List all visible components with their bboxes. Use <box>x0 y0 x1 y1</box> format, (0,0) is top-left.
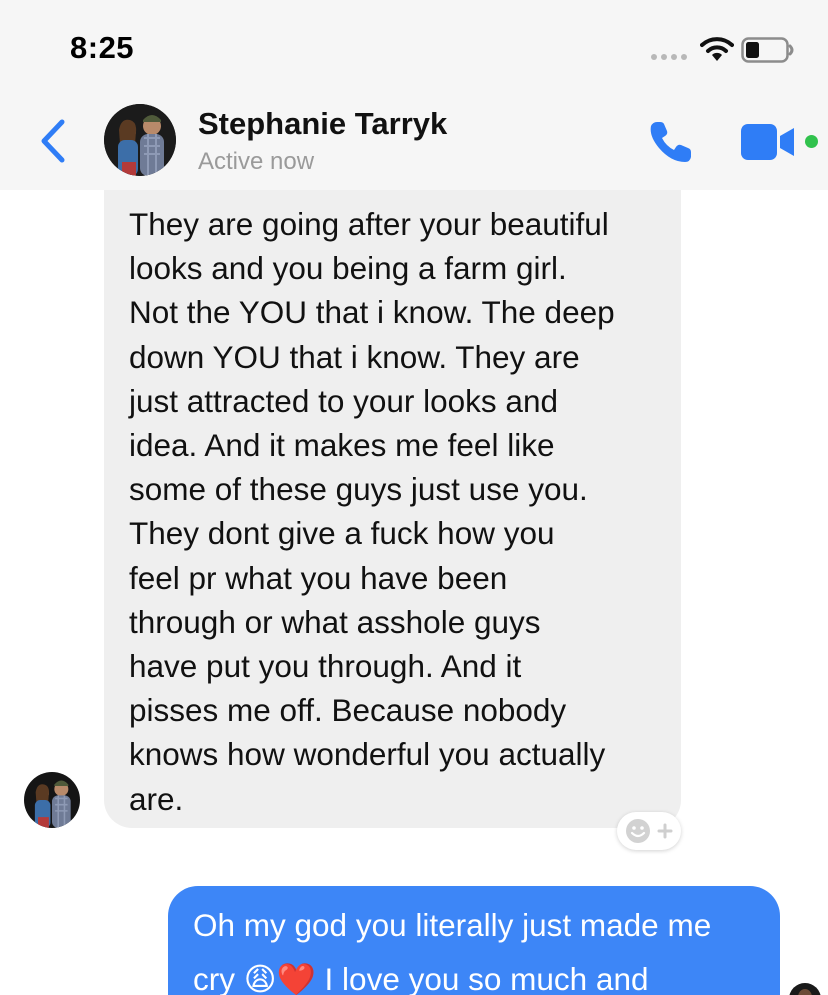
contact-active-status: Active now <box>198 148 315 175</box>
incoming-message-text: They are going after your beautiful look… <box>129 206 615 817</box>
battery-icon <box>741 37 794 63</box>
contact-avatar[interactable] <box>104 104 176 176</box>
status-bar: 8:25 <box>0 0 828 92</box>
video-camera-icon <box>741 124 794 160</box>
active-status-dot <box>805 135 818 148</box>
messenger-chat-screen: 8:25 Stephanie Tarryk Active now They ar… <box>0 0 828 995</box>
sender-avatar[interactable] <box>24 772 80 828</box>
status-time: 8:25 <box>70 30 135 65</box>
add-reaction-button[interactable] <box>617 812 681 850</box>
read-receipt-avatar <box>789 983 821 995</box>
outgoing-message-bubble[interactable]: Oh my god you literally just made me cry… <box>168 886 780 995</box>
chevron-left-icon <box>41 119 65 163</box>
signal-dots-icon <box>651 54 687 60</box>
video-call-button[interactable] <box>740 122 798 162</box>
add-reaction-icon <box>626 819 673 843</box>
phone-icon <box>650 122 691 162</box>
voice-call-button[interactable] <box>645 116 697 168</box>
wifi-icon <box>700 37 734 61</box>
outgoing-message-text: Oh my god you literally just made me cry… <box>193 907 712 995</box>
chat-header: Stephanie Tarryk Active now <box>0 92 828 190</box>
contact-name[interactable]: Stephanie Tarryk <box>198 106 447 142</box>
incoming-message-bubble[interactable]: They are going after your beautiful look… <box>104 140 681 828</box>
back-button[interactable] <box>34 116 74 166</box>
